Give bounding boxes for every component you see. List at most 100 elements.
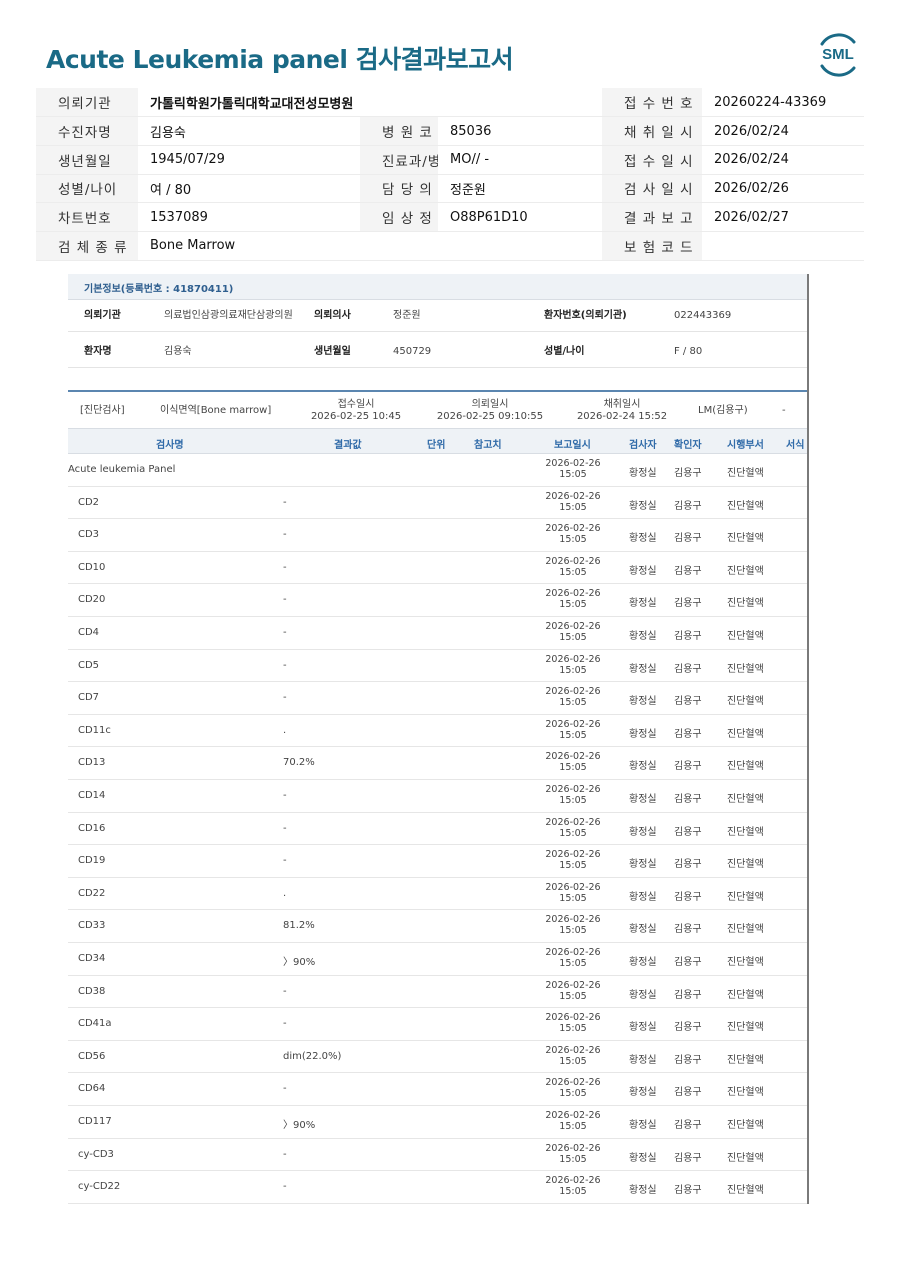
table-row: CD64 - 황정실 김용구 진단혈액 2026-02-26 15:05 <box>68 1073 807 1106</box>
confirmer: 김용구 <box>674 631 702 642</box>
report-time: 15:05 <box>559 599 587 611</box>
confirmer: 김용구 <box>674 891 702 903</box>
result-value: - <box>283 1018 287 1030</box>
department: 진단혈액 <box>727 631 764 642</box>
value-patient-name: 김용숙 <box>164 346 192 357</box>
result-value: . <box>283 724 287 736</box>
report-date: 2026-02-26 <box>545 653 601 665</box>
department: 진단혈액 <box>727 761 764 773</box>
department: 진단혈액 <box>727 924 764 936</box>
report-datetime: 2026-02-26 15:05 <box>536 654 610 676</box>
result-value: - <box>283 529 287 541</box>
confirmer: 김용구 <box>674 468 702 479</box>
examiner: 황정실 <box>629 859 657 871</box>
report-datetime: 2026-02-26 15:05 <box>536 458 610 480</box>
report-time: 15:05 <box>559 1153 587 1165</box>
table-row: CD34 〉90% 황정실 김용구 진단혈액 2026-02-26 15:05 <box>68 943 807 976</box>
patient-value-c: 2026/02/26 <box>702 174 864 204</box>
result-value: 〉90% <box>283 957 316 968</box>
confirmer: 김용구 <box>674 1120 702 1131</box>
patient-label-c: 검 사 일 시 <box>602 174 702 204</box>
patient-label-b <box>360 231 438 261</box>
report-time: 15:05 <box>559 925 587 937</box>
result-value: - <box>283 1083 287 1095</box>
department: 진단혈액 <box>727 663 764 675</box>
report-date: 2026-02-26 <box>545 784 601 795</box>
report-title: Acute Leukemia panel 검사결과보고서 <box>46 45 514 74</box>
patient-label-a: 의뢰기관 <box>36 88 138 118</box>
report-datetime: 2026-02-26 15:05 <box>536 1175 610 1197</box>
report-date: 2026-02-26 <box>545 1175 601 1187</box>
diagnosis-doctor: LM(김용구) <box>698 405 748 416</box>
department: 진단혈액 <box>727 1087 764 1099</box>
table-row: CD16 - 황정실 김용구 진단혈액 2026-02-26 15:05 <box>68 813 807 846</box>
label-patient-number: 환자번호(의뢰기관) <box>544 310 627 321</box>
value-patient-number: 022443369 <box>674 310 732 321</box>
test-name: CD5 <box>78 659 100 671</box>
report-datetime: 2026-02-26 15:05 <box>536 1012 610 1034</box>
examiner: 황정실 <box>629 924 657 936</box>
patient-value-a: 김용숙 <box>138 116 360 146</box>
examiner: 황정실 <box>629 989 657 1001</box>
confirmer: 김용구 <box>674 663 702 675</box>
test-name: cy-CD22 <box>78 1181 121 1193</box>
report-date: 2026-02-26 <box>545 1077 601 1089</box>
department: 진단혈액 <box>727 1185 764 1197</box>
patient-label-b: 진료과/병동 <box>360 145 438 175</box>
confirmer: 김용구 <box>674 500 702 512</box>
report-datetime: 2026-02-26 15:05 <box>536 1045 610 1067</box>
col-confirmer: 확인자 <box>674 440 702 451</box>
examiner: 황정실 <box>629 1087 657 1099</box>
report-date: 2026-02-26 <box>545 1012 601 1024</box>
report-datetime: 2026-02-26 15:05 <box>536 751 610 773</box>
value-requesting-org: 의료법인삼광의료재단삼광의원 <box>164 310 293 321</box>
report-datetime: 2026-02-26 15:05 <box>536 947 610 969</box>
patient-info-row: 생년월일1945/07/29진료과/병동MO// -접 수 일 시2026/02… <box>36 145 864 175</box>
report-date: 2026-02-26 <box>545 555 601 567</box>
report-date: 2026-02-26 <box>545 1110 601 1121</box>
patient-value-c: 20260224-43369 <box>702 88 864 118</box>
report-time: 15:05 <box>559 469 587 480</box>
table-row: CD3 - 황정실 김용구 진단혈액 2026-02-26 15:05 <box>68 519 807 552</box>
report-time: 15:05 <box>559 1023 587 1035</box>
diagnosis-request: 의뢰일시 2026-02-25 09:10:55 <box>434 392 546 430</box>
report-date: 2026-02-26 <box>545 1142 601 1154</box>
sml-logo-icon: SML <box>820 33 856 77</box>
report-time: 15:05 <box>559 534 587 546</box>
examiner: 황정실 <box>629 565 657 577</box>
table-row: CD14 - 황정실 김용구 진단혈액 2026-02-26 15:05 <box>68 780 807 813</box>
department: 진단혈액 <box>727 1054 764 1066</box>
test-name: CD13 <box>78 757 106 769</box>
collect-value: 2026-02-24 15:52 <box>576 411 668 422</box>
table-row: CD7 - 황정실 김용구 진단혈액 2026-02-26 15:05 <box>68 682 807 715</box>
test-name: CD7 <box>78 692 100 704</box>
diagnosis-row: [진단검사] 이식면역[Bone marrow] 접수일시 2026-02-25… <box>68 390 807 428</box>
patient-label-c: 보 험 코 드 <box>602 231 702 261</box>
col-unit: 단위 <box>427 440 446 451</box>
patient-label-b: 병 원 코 드 <box>360 116 438 146</box>
department: 진단혈액 <box>727 565 764 577</box>
report-date: 2026-02-26 <box>545 718 601 730</box>
report-datetime: 2026-02-26 15:05 <box>536 817 610 839</box>
diagnosis-receipt: 접수일시 2026-02-25 10:45 <box>306 392 406 430</box>
table-row: CD117 〉90% 황정실 김용구 진단혈액 2026-02-26 15:05 <box>68 1106 807 1139</box>
label-sex-age: 성별/나이 <box>544 346 585 357</box>
result-value: - <box>283 496 287 508</box>
result-value: - <box>283 659 287 671</box>
report-time: 15:05 <box>559 795 587 806</box>
table-row: CD5 - 황정실 김용구 진단혈액 2026-02-26 15:05 <box>68 650 807 683</box>
report-datetime: 2026-02-26 15:05 <box>536 523 610 545</box>
patient-value-a: 1537089 <box>138 202 360 232</box>
examiner: 황정실 <box>629 826 657 838</box>
table-row: CD41a - 황정실 김용구 진단혈액 2026-02-26 15:05 <box>68 1008 807 1041</box>
patient-value-b: 85036 <box>438 116 602 146</box>
report-datetime: 2026-02-26 15:05 <box>536 491 610 513</box>
value-sex-age: F / 80 <box>674 346 703 357</box>
test-name: CD64 <box>78 1083 106 1095</box>
report-datetime: 2026-02-26 15:05 <box>536 556 610 578</box>
department: 진단혈액 <box>727 957 764 968</box>
department: 진단혈액 <box>727 826 764 838</box>
confirmer: 김용구 <box>674 598 702 610</box>
patient-value-c: 2026/02/24 <box>702 116 864 146</box>
confirmer: 김용구 <box>674 1152 702 1164</box>
